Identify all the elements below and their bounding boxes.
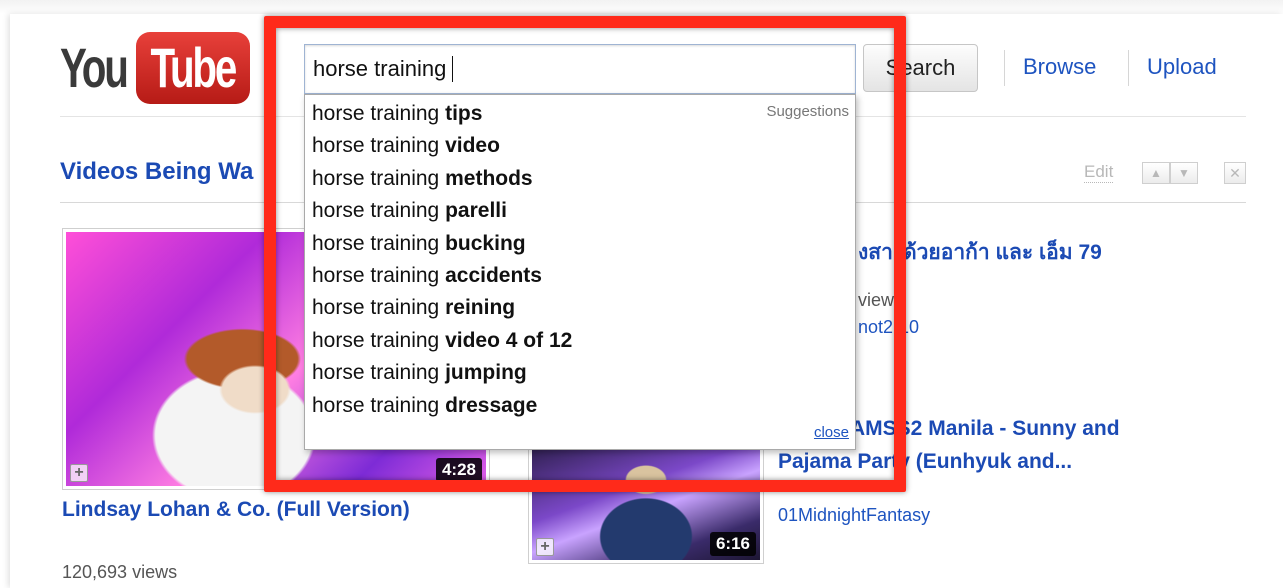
chevron-down-icon: ▼ xyxy=(1178,166,1190,180)
video-title-2-line1[interactable]: AMSS2 Manila - Sunny and xyxy=(850,417,1120,441)
suggestion-item[interactable]: horse training video 4 of 12 xyxy=(312,325,572,357)
video-views-3: view xyxy=(858,290,895,310)
suggestion-completion: dressage xyxy=(445,393,538,417)
thumbnail-image: + 6:16 xyxy=(532,442,760,560)
move-down-button[interactable]: ▼ xyxy=(1170,162,1198,184)
title-fragment: งสา xyxy=(858,241,893,264)
video-channel-3[interactable]: not2 10 xyxy=(858,317,919,338)
suggestion-item[interactable]: horse training video xyxy=(312,130,572,162)
close-suggestions-link[interactable]: close xyxy=(814,424,849,441)
chevron-up-icon: ▲ xyxy=(1150,166,1162,180)
suggestion-completion: accidents xyxy=(445,264,542,288)
duration-badge: 4:28 xyxy=(435,458,482,482)
video-title-1[interactable]: Lindsay Lohan & Co. (Full Version) xyxy=(62,498,410,522)
upload-link[interactable]: Upload xyxy=(1147,54,1217,80)
logo-tube-text: Tube xyxy=(150,36,238,99)
suggestion-item[interactable]: horse training accidents xyxy=(312,260,572,292)
suggestion-prefix: horse training xyxy=(312,199,440,223)
suggestion-completion: jumping xyxy=(445,361,527,385)
logo-tube-badge: Tube xyxy=(136,32,250,104)
suggestions-list: horse training tips horse training video h… xyxy=(312,98,572,422)
suggestion-completion: tips xyxy=(445,102,483,125)
search-query-text: horse training xyxy=(313,56,447,81)
suggestion-prefix: horse training xyxy=(312,166,440,190)
close-icon: ✕ xyxy=(1229,164,1241,181)
channel-fragment: 10 xyxy=(899,317,920,337)
suggestion-completion: video 4 of 12 xyxy=(445,328,573,352)
text-caret xyxy=(452,56,454,82)
suggestion-prefix: horse training xyxy=(312,102,440,125)
suggestion-item[interactable]: horse training jumping xyxy=(312,357,572,389)
video-title-3-fragment[interactable]: งสา xyxy=(858,236,893,269)
suggestion-item[interactable]: horse training tips xyxy=(312,98,572,130)
video-views-1: 120,693 views xyxy=(62,562,178,582)
duration-badge: 6:16 xyxy=(709,532,756,556)
suggestions-header: Suggestions xyxy=(766,103,849,120)
suggestion-prefix: horse training xyxy=(312,264,440,288)
remove-section-button[interactable]: ✕ xyxy=(1224,162,1246,184)
suggestion-item[interactable]: horse training bucking xyxy=(312,228,572,260)
suggestion-prefix: horse training xyxy=(312,296,440,320)
video-title-2-line2[interactable]: Pajama Party (Eunhyuk and... xyxy=(778,450,1072,474)
nav-separator xyxy=(1004,50,1005,86)
title-fragment: SS2 Manila - Sunny and xyxy=(882,417,1120,440)
video-channel-2[interactable]: 01MidnightFantasy xyxy=(778,505,930,526)
browse-link[interactable]: Browse xyxy=(1023,54,1096,80)
search-suggestions-dropdown: Suggestions horse training tips horse tra… xyxy=(304,94,856,450)
suggestion-prefix: horse training xyxy=(312,361,440,385)
nav-separator xyxy=(1128,50,1129,86)
channel-fragment: not2 xyxy=(858,317,894,337)
suggestion-completion: video xyxy=(445,134,500,158)
suggestion-prefix: horse training xyxy=(312,134,440,158)
suggestion-prefix: horse training xyxy=(312,328,440,352)
title-fragment: rty (Eunhyuk and... xyxy=(883,450,1073,473)
youtube-logo[interactable]: You Tube xyxy=(60,30,250,106)
suggestion-item[interactable]: horse training parelli xyxy=(312,195,572,227)
add-to-queue-icon[interactable]: + xyxy=(536,538,554,556)
move-up-button[interactable]: ▲ xyxy=(1142,162,1170,184)
edit-link[interactable]: Edit xyxy=(1084,162,1114,183)
section-title[interactable]: Videos Being Wa xyxy=(60,158,253,186)
suggestion-prefix: horse training xyxy=(312,393,440,417)
logo-you-text: You xyxy=(60,36,129,99)
suggestion-item[interactable]: horse training reining xyxy=(312,292,572,324)
search-input[interactable]: horse training xyxy=(304,44,856,94)
suggestion-completion: parelli xyxy=(445,199,507,223)
add-to-queue-icon[interactable]: + xyxy=(70,464,88,482)
suggestion-item[interactable]: horse training dressage xyxy=(312,390,572,422)
suggestion-prefix: horse training xyxy=(312,231,440,255)
suggestion-completion: bucking xyxy=(445,231,526,255)
suggestion-completion: reining xyxy=(445,296,516,320)
suggestion-completion: methods xyxy=(445,166,533,190)
search-button[interactable]: Search xyxy=(863,44,978,92)
title-fragment: Pajama Pa xyxy=(778,450,884,473)
suggestion-item[interactable]: horse training methods xyxy=(312,163,572,195)
video-title-3[interactable]: ด้วยอาก้า และ เอ็ม 79 xyxy=(903,236,1102,269)
video-thumbnail-2[interactable]: + 6:16 xyxy=(528,438,764,564)
